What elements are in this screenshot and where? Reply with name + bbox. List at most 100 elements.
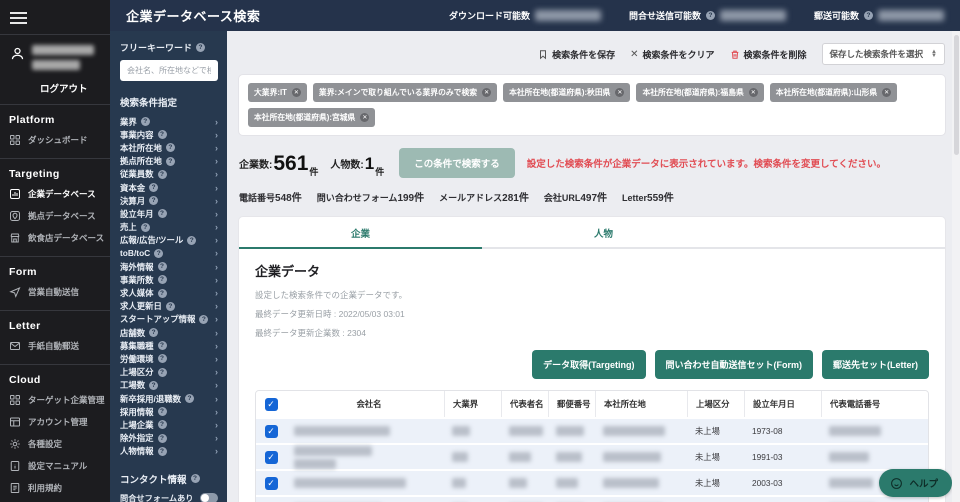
filter-item[interactable]: 採用情報 ›	[120, 405, 218, 418]
remove-tag-icon[interactable]: ✕	[482, 88, 492, 97]
help-icon[interactable]	[157, 354, 167, 364]
filter-item[interactable]: 海外情報 ›	[120, 260, 218, 273]
help-icon[interactable]	[157, 275, 167, 285]
remove-tag-icon[interactable]: ✕	[360, 113, 370, 122]
help-icon[interactable]	[149, 196, 159, 206]
filter-item[interactable]: 工場数 ›	[120, 379, 218, 392]
search-with-conditions-button[interactable]: この条件で検索する	[399, 148, 515, 178]
table-row[interactable]: 未上場 1973-08	[256, 417, 928, 443]
filter-item[interactable]: 除外指定 ›	[120, 432, 218, 445]
delete-condition-button[interactable]: 検索条件を削除	[730, 48, 807, 61]
help-icon[interactable]	[705, 11, 715, 20]
help-icon[interactable]	[157, 288, 167, 298]
help-icon[interactable]	[154, 248, 164, 258]
remove-tag-icon[interactable]: ✕	[882, 88, 892, 97]
help-icon[interactable]	[157, 262, 167, 272]
filter-item[interactable]: 募集職種 ›	[120, 339, 218, 352]
help-icon[interactable]	[140, 117, 150, 127]
help-icon[interactable]	[199, 314, 209, 324]
help-icon[interactable]	[157, 130, 167, 140]
sidebar-item[interactable]: 飲食店データベース	[9, 232, 104, 244]
filter-item[interactable]: 拠点所在地 ›	[120, 155, 218, 168]
help-icon[interactable]	[157, 446, 167, 456]
logout-button[interactable]: ログアウト	[40, 81, 102, 95]
export-button[interactable]: データ取得(Targeting)	[532, 350, 646, 379]
sidebar-item[interactable]: 利用規約	[9, 482, 102, 494]
sidebar-item[interactable]: アカウント管理	[9, 416, 102, 428]
vertical-scrollbar[interactable]	[952, 31, 960, 502]
remove-tag-icon[interactable]: ✕	[291, 88, 301, 97]
help-icon[interactable]	[190, 474, 200, 484]
row-checkbox[interactable]	[264, 450, 278, 464]
keyword-search-input[interactable]	[120, 60, 218, 81]
sidebar-item[interactable]: 設定マニュアル	[9, 460, 102, 472]
sidebar-item[interactable]: 手紙自動郵送	[9, 340, 102, 352]
filter-item[interactable]: 業界 ›	[120, 115, 218, 128]
toggle-switch[interactable]	[200, 493, 218, 502]
filter-item[interactable]: 新卒採用/退職数 ›	[120, 392, 218, 405]
filter-item[interactable]: 求人媒体 ›	[120, 286, 218, 299]
filter-item[interactable]: 上場区分 ›	[120, 366, 218, 379]
remove-tag-icon[interactable]: ✕	[615, 88, 625, 97]
sidebar-item[interactable]: 企業データベース	[9, 188, 102, 200]
filter-item[interactable]: 資本金 ›	[120, 181, 218, 194]
help-icon[interactable]	[165, 301, 175, 311]
filter-item[interactable]: 上場企業 ›	[120, 418, 218, 431]
help-icon[interactable]	[187, 235, 197, 245]
filter-item-label: 募集職種	[120, 340, 154, 351]
sidebar-item[interactable]: 営業自動送信	[9, 286, 102, 298]
help-icon[interactable]	[149, 328, 159, 338]
help-icon[interactable]	[165, 156, 175, 166]
tab-company[interactable]: 企業	[239, 217, 482, 249]
row-checkbox[interactable]	[264, 476, 278, 490]
updown-icon: ▲ ▼	[931, 49, 937, 59]
help-icon[interactable]	[157, 367, 167, 377]
help-icon[interactable]	[165, 143, 175, 153]
help-icon[interactable]	[157, 169, 167, 179]
sidebar-item[interactable]: 各種設定	[9, 438, 102, 450]
filter-item[interactable]: 広報/広告/ツール ›	[120, 234, 218, 247]
help-button[interactable]: ヘルプ	[879, 469, 952, 497]
table-row[interactable]: 未上場1981-05	[256, 495, 928, 502]
filter-item[interactable]: 労働環境 ›	[120, 352, 218, 365]
remove-tag-icon[interactable]: ✕	[748, 88, 758, 97]
export-button[interactable]: 問い合わせ自動送信セット(Form)	[654, 350, 813, 379]
save-condition-button[interactable]: 検索条件を保存	[538, 48, 615, 61]
help-icon[interactable]	[864, 11, 873, 20]
filter-item[interactable]: 事業内容 ›	[120, 128, 218, 141]
help-icon[interactable]	[157, 209, 167, 219]
clear-condition-button[interactable]: ✕ 検索条件をクリア	[630, 48, 714, 61]
table-row[interactable]: 未上場 2003-03	[256, 469, 928, 495]
help-icon[interactable]	[157, 433, 167, 443]
filter-item[interactable]: 設立年月 ›	[120, 207, 218, 220]
last-updated-count: 最終データ更新企業数 : 2304	[255, 328, 366, 338]
help-icon[interactable]	[157, 341, 167, 351]
row-checkbox[interactable]	[264, 424, 278, 438]
help-icon[interactable]	[196, 43, 206, 52]
filter-item[interactable]: 店舗数 ›	[120, 326, 218, 339]
help-icon[interactable]	[184, 394, 194, 404]
hamburger-menu-icon[interactable]	[0, 0, 110, 34]
help-icon[interactable]	[157, 407, 167, 417]
help-icon[interactable]	[149, 380, 159, 390]
tab-person[interactable]: 人物	[482, 217, 725, 247]
filter-item[interactable]: toB/toC ›	[120, 247, 218, 260]
filter-item[interactable]: 求人更新日 ›	[120, 300, 218, 313]
filter-item[interactable]: 本社所在地 ›	[120, 141, 218, 154]
filter-item[interactable]: 事業所数 ›	[120, 273, 218, 286]
sidebar-item[interactable]: ダッシュボード	[9, 134, 102, 146]
help-icon[interactable]	[140, 222, 150, 232]
help-icon[interactable]	[157, 420, 167, 430]
filter-item[interactable]: 従業員数 ›	[120, 168, 218, 181]
filter-item[interactable]: 人物情報 ›	[120, 445, 218, 458]
filter-item[interactable]: 決算月 ›	[120, 194, 218, 207]
filter-item[interactable]: 売上 ›	[120, 221, 218, 234]
filter-item[interactable]: スタートアップ情報 ›	[120, 313, 218, 326]
sidebar-item[interactable]: 拠点データベース	[9, 210, 102, 222]
export-button[interactable]: 郵送先セット(Letter)	[822, 350, 929, 379]
row-checkbox[interactable]	[264, 397, 278, 411]
table-row[interactable]: 未上場 1991-03	[256, 443, 928, 469]
help-icon[interactable]	[149, 183, 159, 193]
saved-condition-select[interactable]: 保存した検索条件を選択 ▲ ▼	[821, 43, 945, 65]
sidebar-item[interactable]: ターゲット企業管理	[9, 394, 105, 406]
